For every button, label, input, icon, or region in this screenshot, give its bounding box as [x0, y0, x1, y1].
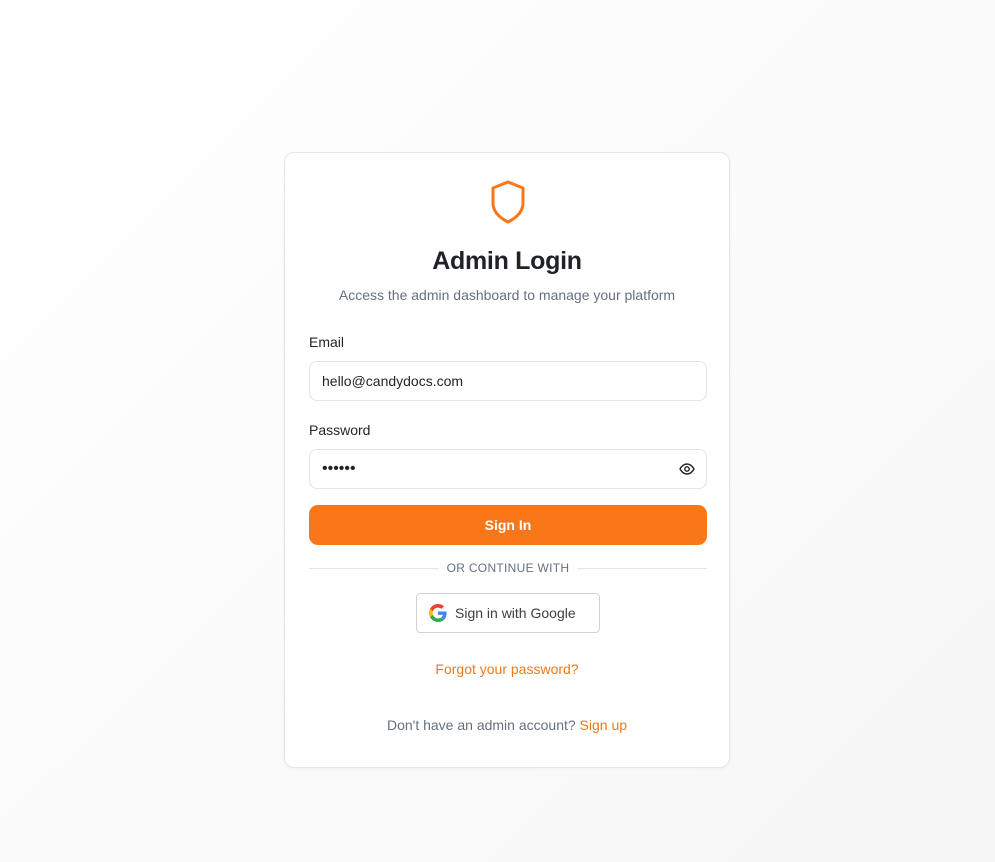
- shield-icon: [489, 179, 527, 225]
- sign-up-link[interactable]: Sign up: [580, 717, 627, 733]
- page-title: Admin Login: [432, 247, 582, 275]
- eye-icon[interactable]: [678, 460, 696, 478]
- password-label: Password: [309, 422, 371, 438]
- google-icon: [429, 604, 447, 622]
- forgot-password-link[interactable]: Forgot your password?: [285, 661, 729, 677]
- login-card: Admin Login Access the admin dashboard t…: [284, 152, 730, 768]
- divider-line-left: [309, 567, 439, 569]
- page-subtitle: Access the admin dashboard to manage you…: [338, 287, 676, 303]
- password-value: ••••••: [322, 460, 356, 477]
- email-field[interactable]: hello@candydocs.com: [309, 361, 707, 401]
- password-field[interactable]: ••••••: [309, 449, 707, 489]
- divider-line-right: [577, 567, 708, 569]
- no-account-text: Don't have an admin account?: [386, 717, 576, 733]
- divider-text: OR CONTINUE WITH: [446, 561, 570, 575]
- google-sign-in-button[interactable]: Sign in with Google: [416, 593, 600, 633]
- google-button-label: Sign in with Google: [455, 605, 576, 621]
- email-value: hello@candydocs.com: [322, 373, 464, 389]
- email-label: Email: [309, 334, 345, 350]
- divider: OR CONTINUE WITH: [309, 560, 708, 576]
- sign-in-button[interactable]: Sign In: [309, 505, 707, 545]
- signup-row: Don't have an admin account? Sign up: [285, 717, 729, 733]
